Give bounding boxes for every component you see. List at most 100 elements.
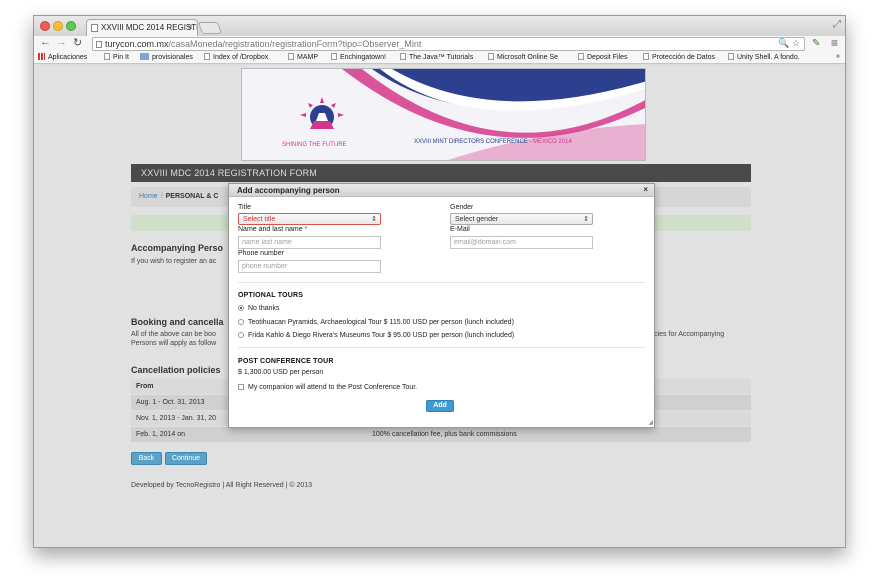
table-cell-from: Feb. 1, 2014 on xyxy=(136,431,186,438)
page-footer: Developed by TecnoRegistro | All Right R… xyxy=(131,482,313,489)
gender-label: Gender xyxy=(450,204,474,211)
browser-tab[interactable]: XXVIII MDC 2014 REGISTR... × xyxy=(86,19,198,36)
reload-icon[interactable]: ↻ xyxy=(73,36,82,49)
back-button[interactable]: Back xyxy=(131,452,162,465)
zoom-window-button[interactable] xyxy=(66,21,76,31)
breadcrumb-separator: / xyxy=(160,193,163,200)
bookmark-page-icon xyxy=(578,53,584,60)
dialog-close-icon[interactable]: × xyxy=(643,185,648,194)
table-row: Feb. 1, 2014 on 100% cancellation fee, p… xyxy=(131,427,751,442)
breadcrumb-home-link[interactable]: Home xyxy=(139,193,158,200)
tour-option-no-thanks[interactable]: No thanks xyxy=(238,305,280,312)
bookmark-pinit[interactable]: Pin It xyxy=(104,53,129,61)
extension-icon[interactable]: ✎ xyxy=(812,38,824,50)
search-and-star-icons[interactable]: 🔍 ☆ xyxy=(778,38,800,49)
required-marker: * xyxy=(304,226,308,233)
bookmark-page-icon xyxy=(643,53,649,60)
add-button[interactable]: Add xyxy=(426,400,454,412)
bookmark-page-icon xyxy=(728,53,734,60)
phone-label: Phone number xyxy=(238,250,284,257)
conference-banner: SHINING THE FUTURE XXVIII MINT DIRECTORS… xyxy=(241,68,646,161)
optional-tours-heading: OPTIONAL TOURS xyxy=(238,292,304,299)
bookmark-page-icon xyxy=(104,53,110,60)
bookmark-apps[interactable]: Aplicaciones xyxy=(38,53,87,61)
page-info-icon[interactable] xyxy=(96,41,102,48)
tab-bar: XXVIII MDC 2014 REGISTR... × ⤢ xyxy=(34,16,845,36)
cancellation-heading: Cancellation policies xyxy=(131,365,221,375)
name-input[interactable] xyxy=(238,236,381,249)
folder-icon xyxy=(140,53,149,60)
tab-title: XXVIII MDC 2014 REGISTR... xyxy=(101,23,198,32)
gender-select[interactable]: Select gender ⇕ xyxy=(450,213,593,225)
bookmark-page-icon xyxy=(331,53,337,60)
bookmarks-bar: Aplicaciones Pin It provisionales Index … xyxy=(34,52,845,64)
tour-option-frida-kahlo[interactable]: Frida Kahlo & Diego Rivera's Museums Tou… xyxy=(238,332,514,339)
url-host: turycon.com.mx xyxy=(105,39,169,49)
bookmark-deposit-files[interactable]: Deposit Files xyxy=(578,53,627,61)
fullscreen-icon[interactable]: ⤢ xyxy=(833,19,841,30)
minimize-window-button[interactable] xyxy=(53,21,63,31)
banner-conference-title: XXVIII MINT DIRECTORS CONFERENCE - MEXIC… xyxy=(414,139,572,145)
bookmark-page-icon xyxy=(488,53,494,60)
booking-text-line-2: Persons will apply as follow xyxy=(131,340,217,347)
divider xyxy=(238,347,645,348)
tour-option-teotihuacan[interactable]: Teotihuacan Pyramids, Archaeological Tou… xyxy=(238,319,514,326)
select-arrows-icon: ⇕ xyxy=(371,216,377,223)
email-label: E-Mail xyxy=(450,226,470,233)
bookmark-dropbox[interactable]: Index of /Dropbox xyxy=(204,53,268,61)
divider xyxy=(238,282,645,283)
browser-window: XXVIII MDC 2014 REGISTR... × ⤢ ← → ↻ tur… xyxy=(33,15,846,548)
phone-input[interactable] xyxy=(238,260,381,273)
radio-button[interactable] xyxy=(238,305,244,311)
page-viewport: SHINING THE FUTURE XXVIII MINT DIRECTORS… xyxy=(34,65,845,547)
resize-grip-icon[interactable]: ◢ xyxy=(648,419,653,426)
bookmark-microsoft[interactable]: Microsoft Online Se xyxy=(488,53,558,61)
add-accompanying-person-dialog: Add accompanying person × Title Select t… xyxy=(228,183,655,428)
table-cell-from: Aug. 1 - Oct. 31, 2013 xyxy=(136,399,205,406)
booking-text-right: licies for Accompanying xyxy=(651,331,725,338)
table-header-from: From xyxy=(136,383,154,390)
back-arrow-icon[interactable]: ← xyxy=(40,36,51,48)
title-label: Title xyxy=(238,204,251,211)
bookmark-proteccion[interactable]: Protección de Datos xyxy=(643,53,715,61)
address-bar[interactable]: turycon.com.mx/casaMoneda/registration/r… xyxy=(92,37,805,51)
accompanying-text: If you wish to register an ac xyxy=(131,258,217,265)
tab-close-icon[interactable]: × xyxy=(188,22,193,32)
bookmark-page-icon xyxy=(288,53,294,60)
bookmark-page-icon xyxy=(204,53,210,60)
table-cell-policy: 100% cancellation fee, plus bank commiss… xyxy=(372,431,517,438)
forward-arrow-icon[interactable]: → xyxy=(56,36,67,48)
accompanying-heading: Accompanying Perso xyxy=(131,243,224,253)
continue-button[interactable]: Continue xyxy=(165,452,207,465)
form-title-bar: XXVIII MDC 2014 REGISTRATION FORM xyxy=(131,164,751,182)
page-icon xyxy=(91,24,98,32)
browser-toolbar: ← → ↻ turycon.com.mx/casaMoneda/registra… xyxy=(34,36,845,52)
pyramid-sun-logo xyxy=(300,97,344,129)
dialog-header: Add accompanying person × xyxy=(229,184,654,197)
post-conference-tour-heading: POST CONFERENCE TOUR xyxy=(238,358,334,365)
booking-heading: Booking and cancella xyxy=(131,317,224,327)
booking-text-line-1: All of the above can be boo xyxy=(131,331,216,338)
dialog-title: Add accompanying person xyxy=(237,186,340,195)
email-input[interactable] xyxy=(450,236,593,249)
post-tour-checkbox[interactable] xyxy=(238,384,244,390)
close-window-button[interactable] xyxy=(40,21,50,31)
new-tab-button[interactable] xyxy=(197,22,223,34)
select-arrows-icon: ⇕ xyxy=(583,216,589,223)
radio-button[interactable] xyxy=(238,332,244,338)
bookmark-page-icon xyxy=(400,53,406,60)
bookmarks-overflow-icon[interactable]: » xyxy=(836,53,840,60)
table-cell-from: Nov. 1, 2013 - Jan. 31, 20 xyxy=(136,415,217,422)
bookmark-mamp[interactable]: MAMP xyxy=(288,53,318,61)
bookmark-java-tutorials[interactable]: The Java™ Tutorials xyxy=(400,53,473,61)
title-select[interactable]: Select title ⇕ xyxy=(238,213,381,225)
radio-button[interactable] xyxy=(238,319,244,325)
post-tour-checkbox-row[interactable]: My companion will attend to the Post Con… xyxy=(238,384,417,391)
bookmark-unity[interactable]: Unity Shell. A fondo. xyxy=(728,53,800,61)
name-label: Name and last name * xyxy=(238,226,308,233)
url-path: /casaMoneda/registration/registrationFor… xyxy=(168,39,422,49)
apps-icon xyxy=(38,53,45,60)
bookmark-folder-provisionales[interactable]: provisionales xyxy=(140,53,193,61)
bookmark-enchingatown[interactable]: Enchingatown! xyxy=(331,53,386,61)
menu-icon[interactable]: ≡ xyxy=(831,36,838,50)
